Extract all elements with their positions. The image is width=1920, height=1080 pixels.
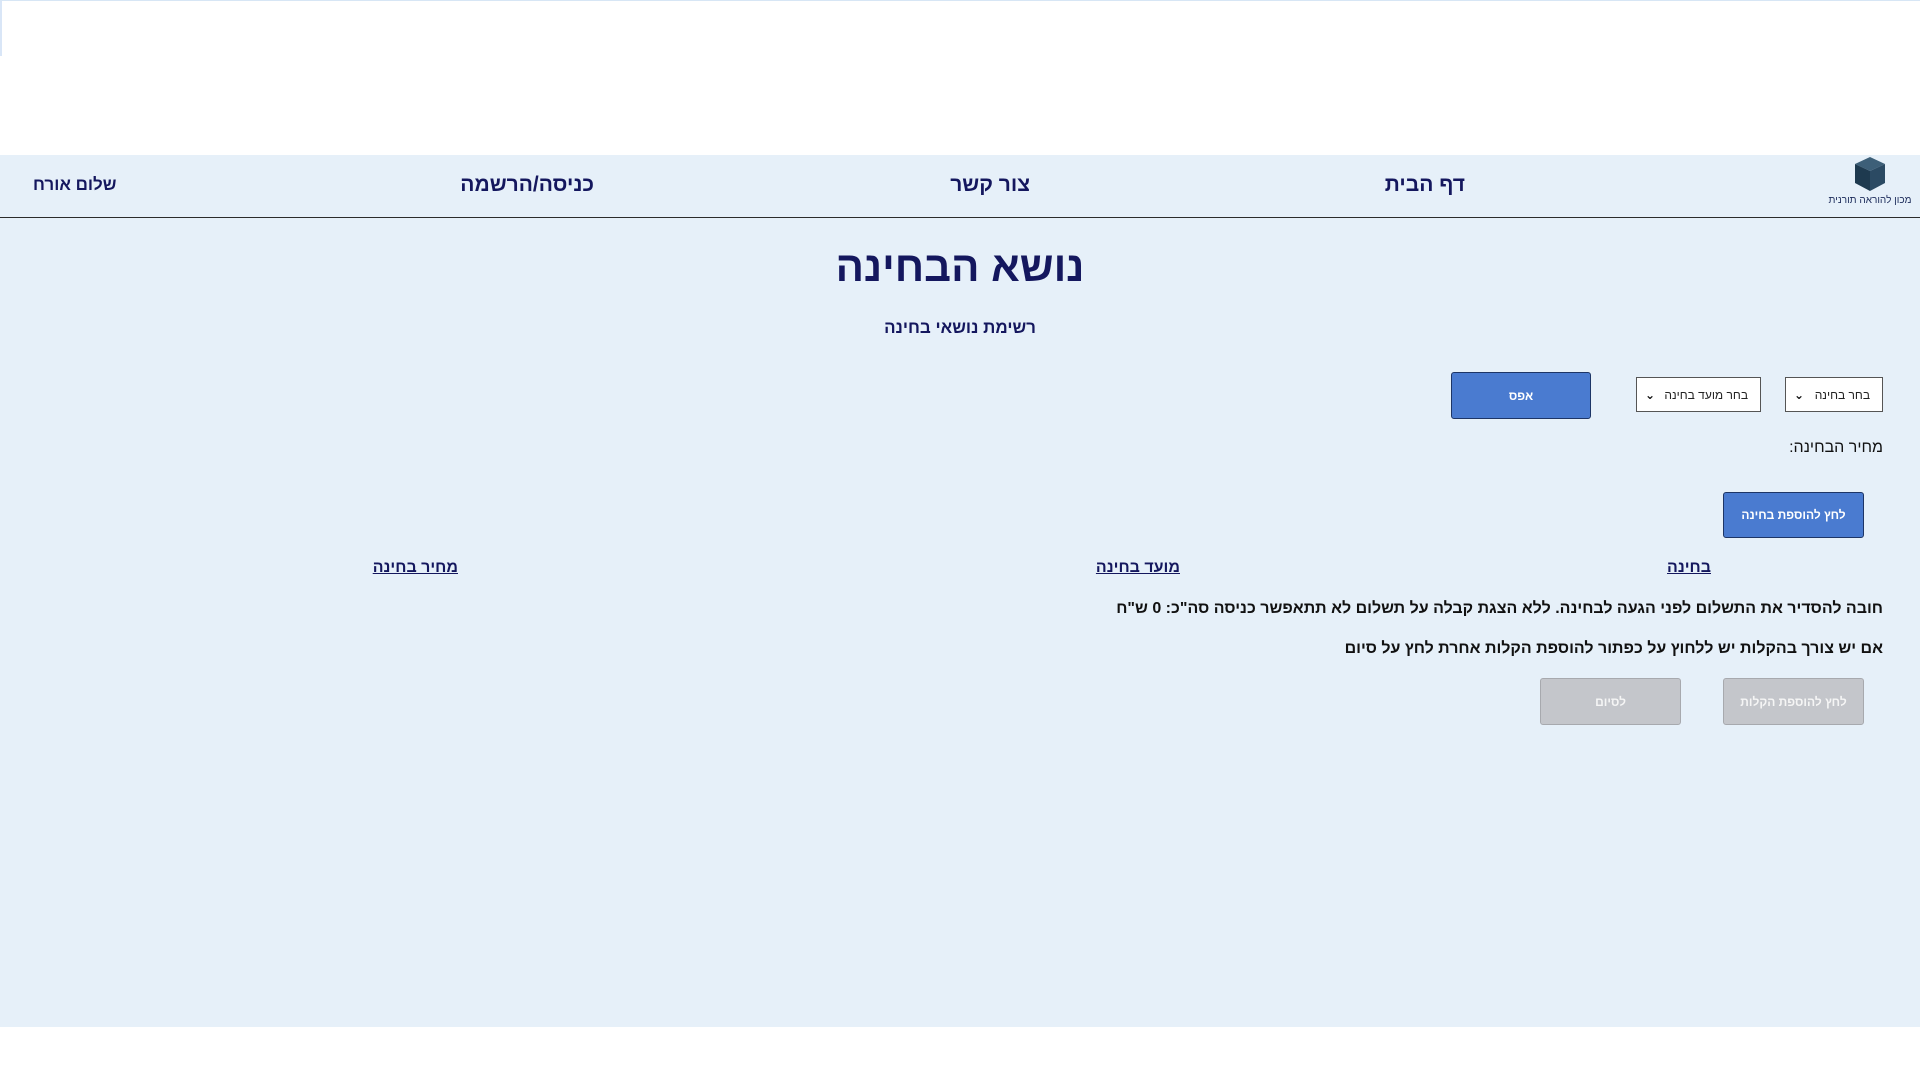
page-subtitle: רשימת נושאי בחינה bbox=[884, 318, 1036, 337]
add-exam-button[interactable]: לחץ להוספת בחינה bbox=[1723, 492, 1864, 538]
top-blank-area bbox=[0, 0, 1920, 155]
finish-button[interactable]: לסיום bbox=[1540, 678, 1681, 725]
page-title: נושא הבחינה bbox=[835, 243, 1085, 290]
chevron-down-icon: ⌄ bbox=[1645, 387, 1656, 402]
logo[interactable]: מכון להוראה תורנית bbox=[1825, 155, 1915, 215]
top-nav: מכון להוראה תורנית דף הבית צור קשר כניסה… bbox=[0, 155, 1920, 218]
exam-date-select[interactable]: בחר מועד בחינה ⌄ bbox=[1636, 377, 1761, 412]
bottom-blank-area bbox=[0, 1027, 1920, 1080]
cube-logo-icon bbox=[1855, 157, 1885, 191]
exam-select[interactable]: בחר בחינה ⌄ bbox=[1785, 377, 1883, 412]
logo-text: מכון להוראה תורנית bbox=[1828, 195, 1912, 206]
column-header-exam-price[interactable]: מחיר בחינה bbox=[373, 559, 458, 577]
nav-login-link[interactable]: כניסה/הרשמה bbox=[460, 173, 594, 197]
exam-select-value: בחר בחינה bbox=[1814, 387, 1870, 402]
add-accommodations-button[interactable]: לחץ להוספת הקלות bbox=[1723, 678, 1864, 725]
nav-home-link[interactable]: דף הבית bbox=[1385, 173, 1465, 197]
nav-contact-link[interactable]: צור קשר bbox=[950, 173, 1030, 197]
reset-button[interactable]: אפס bbox=[1451, 372, 1591, 419]
exam-price-label: מחיר הבחינה: bbox=[1789, 439, 1883, 456]
chevron-down-icon: ⌄ bbox=[1794, 387, 1805, 402]
column-header-exam[interactable]: בחינה bbox=[1667, 559, 1711, 577]
app-container: מכון להוראה תורנית דף הבית צור קשר כניסה… bbox=[0, 155, 1920, 1027]
top-edge-line bbox=[0, 1, 2, 56]
guest-greeting: שלום אורח bbox=[33, 175, 117, 194]
column-header-exam-date[interactable]: מועד בחינה bbox=[1096, 559, 1180, 577]
exam-date-select-value: בחר מועד בחינה bbox=[1664, 387, 1748, 402]
payment-notice: חובה להסדיר את התשלום לפני הגעה לבחינה. … bbox=[1116, 600, 1883, 617]
accommodations-notice: אם יש צורך בהקלות יש ללחוץ על כפתור להוס… bbox=[1344, 640, 1883, 657]
